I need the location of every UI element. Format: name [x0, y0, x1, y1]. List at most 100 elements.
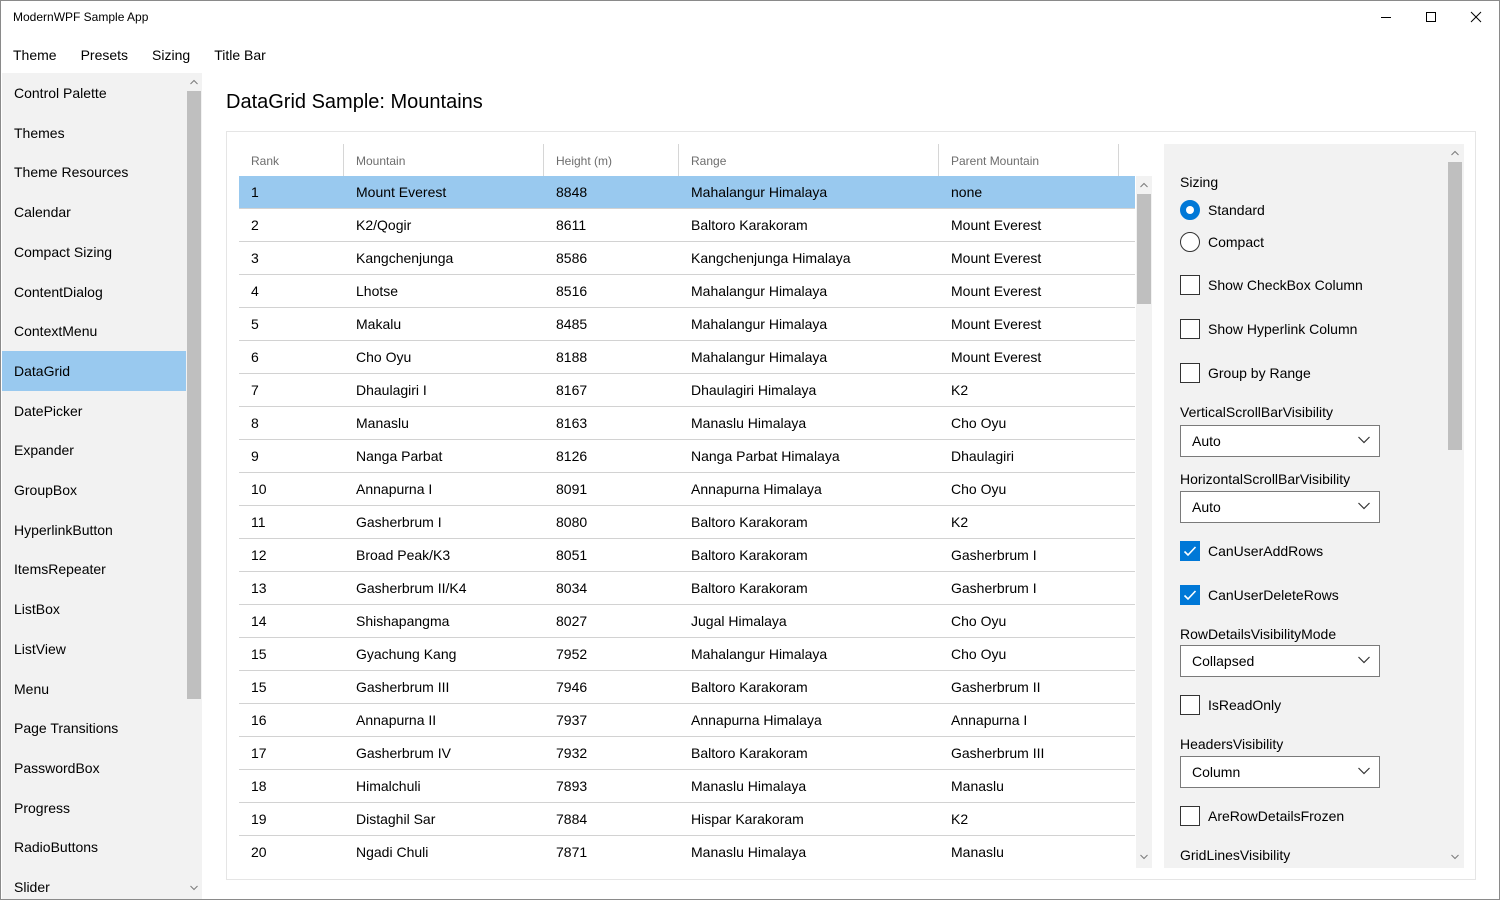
group-by-range-option[interactable]: Group by Range — [1180, 362, 1311, 384]
sidebar-item-radiobuttons[interactable]: RadioButtons — [2, 827, 186, 867]
cell-mountain[interactable]: Broad Peak/K3 — [344, 539, 543, 571]
table-row[interactable]: 7 Dhaulagiri I 8167 Dhaulagiri Himalaya K2 — [239, 374, 1135, 407]
cell-rank[interactable]: 15 — [239, 671, 343, 703]
cell-height[interactable]: 7952 — [544, 638, 678, 670]
cell-height[interactable]: 8051 — [544, 539, 678, 571]
cell-parent-mountain[interactable]: Manaslu — [939, 770, 1135, 802]
cell-rank[interactable]: 6 — [239, 341, 343, 373]
cell-parent-mountain[interactable]: Manaslu — [939, 836, 1135, 868]
cell-parent-mountain[interactable]: K2 — [939, 506, 1135, 538]
cell-range[interactable]: Baltoro Karakoram — [679, 572, 938, 604]
cell-rank[interactable]: 4 — [239, 275, 343, 307]
headers-visibility-combobox[interactable]: Column — [1180, 756, 1380, 788]
cell-height[interactable]: 8126 — [544, 440, 678, 472]
cell-parent-mountain[interactable]: Mount Everest — [939, 209, 1135, 241]
cell-mountain[interactable]: K2/Qogir — [344, 209, 543, 241]
cell-rank[interactable]: 2 — [239, 209, 343, 241]
sidebar-scroll-thumb[interactable] — [187, 91, 201, 699]
sidebar-item-contextmenu[interactable]: ContextMenu — [2, 311, 186, 351]
cell-mountain[interactable]: Dhaulagiri I — [344, 374, 543, 406]
cell-parent-mountain[interactable]: Mount Everest — [939, 275, 1135, 307]
vertical-scrollbar-combobox[interactable]: Auto — [1180, 425, 1380, 457]
cell-height[interactable]: 7871 — [544, 836, 678, 868]
grid-scroll-thumb[interactable] — [1137, 194, 1151, 304]
cell-mountain[interactable]: Gasherbrum IV — [344, 737, 543, 769]
cell-mountain[interactable]: Nanga Parbat — [344, 440, 543, 472]
cell-parent-mountain[interactable]: none — [939, 176, 1135, 208]
cell-range[interactable]: Mahalangur Himalaya — [679, 638, 938, 670]
table-row[interactable]: 4 Lhotse 8516 Mahalangur Himalaya Mount Ever… — [239, 275, 1135, 308]
cell-height[interactable]: 8091 — [544, 473, 678, 505]
cell-height[interactable]: 8027 — [544, 605, 678, 637]
cell-rank[interactable]: 17 — [239, 737, 343, 769]
cell-range[interactable]: Baltoro Karakoram — [679, 671, 938, 703]
maximize-button[interactable] — [1408, 1, 1454, 33]
minimize-button[interactable] — [1363, 1, 1409, 33]
menu-theme[interactable]: Theme — [1, 37, 69, 73]
cell-height[interactable]: 7946 — [544, 671, 678, 703]
cell-mountain[interactable]: Lhotse — [344, 275, 543, 307]
column-header-rank[interactable]: Rank — [239, 144, 343, 176]
cell-range[interactable]: Mahalangur Himalaya — [679, 341, 938, 373]
radio-compact[interactable] — [1180, 232, 1200, 252]
sidebar-item-control-palette[interactable]: Control Palette — [2, 73, 186, 113]
sidebar-item-datepicker[interactable]: DatePicker — [2, 391, 186, 431]
table-row[interactable]: 15 Gyachung Kang 7952 Mahalangur Himalaya Ch… — [239, 638, 1135, 671]
cell-range[interactable]: Mahalangur Himalaya — [679, 308, 938, 340]
cell-parent-mountain[interactable]: Mount Everest — [939, 242, 1135, 274]
cell-parent-mountain[interactable]: Cho Oyu — [939, 473, 1135, 505]
table-row[interactable]: 13 Gasherbrum II/K4 8034 Baltoro Karakoram G… — [239, 572, 1135, 605]
cell-range[interactable]: Mahalangur Himalaya — [679, 176, 938, 208]
cell-mountain[interactable]: Distaghil Sar — [344, 803, 543, 835]
cell-parent-mountain[interactable]: Annapurna I — [939, 704, 1135, 736]
sidebar-item-listview[interactable]: ListView — [2, 629, 186, 669]
sidebar-item-listbox[interactable]: ListBox — [2, 589, 186, 629]
cell-height[interactable]: 8848 — [544, 176, 678, 208]
options-scrollbar[interactable] — [1447, 144, 1463, 868]
cell-mountain[interactable]: Makalu — [344, 308, 543, 340]
cell-height[interactable]: 8163 — [544, 407, 678, 439]
cell-rank[interactable]: 1 — [239, 176, 343, 208]
sidebar-item-expander[interactable]: Expander — [2, 430, 186, 470]
cell-rank[interactable]: 5 — [239, 308, 343, 340]
table-row[interactable]: 10 Annapurna I 8091 Annapurna Himalaya Cho O… — [239, 473, 1135, 506]
cell-parent-mountain[interactable]: K2 — [939, 803, 1135, 835]
column-header-mountain[interactable]: Mountain — [344, 144, 543, 176]
cell-rank[interactable]: 10 — [239, 473, 343, 505]
sidebar-item-slider[interactable]: Slider — [2, 867, 186, 899]
cell-rank[interactable]: 20 — [239, 836, 343, 868]
cell-parent-mountain[interactable]: K2 — [939, 374, 1135, 406]
table-row[interactable]: 20 Ngadi Chuli 7871 Manaslu Himalaya Manaslu — [239, 836, 1135, 868]
show-hyperlink-column-checkbox[interactable] — [1180, 319, 1200, 339]
cell-parent-mountain[interactable]: Dhaulagiri — [939, 440, 1135, 472]
table-row[interactable]: 3 Kangchenjunga 8586 Kangchenjunga Himalaya… — [239, 242, 1135, 275]
cell-range[interactable]: Nanga Parbat Himalaya — [679, 440, 938, 472]
column-header-height[interactable]: Height (m) — [544, 144, 678, 176]
cell-height[interactable]: 8485 — [544, 308, 678, 340]
group-by-range-checkbox[interactable] — [1180, 363, 1200, 383]
table-row[interactable]: 12 Broad Peak/K3 8051 Baltoro Karakoram Gash… — [239, 539, 1135, 572]
table-row[interactable]: 8 Manaslu 8163 Manaslu Himalaya Cho Oyu — [239, 407, 1135, 440]
cell-range[interactable]: Dhaulagiri Himalaya — [679, 374, 938, 406]
can-user-add-rows-option[interactable]: CanUserAddRows — [1180, 540, 1323, 562]
cell-mountain[interactable]: Annapurna II — [344, 704, 543, 736]
table-row[interactable]: 17 Gasherbrum IV 7932 Baltoro Karakoram Gash… — [239, 737, 1135, 770]
cell-range[interactable]: Hispar Karakoram — [679, 803, 938, 835]
cell-parent-mountain[interactable]: Cho Oyu — [939, 605, 1135, 637]
cell-rank[interactable]: 9 — [239, 440, 343, 472]
cell-range[interactable]: Jugal Himalaya — [679, 605, 938, 637]
is-read-only-checkbox[interactable] — [1180, 695, 1200, 715]
sidebar-item-groupbox[interactable]: GroupBox — [2, 470, 186, 510]
can-user-delete-rows-option[interactable]: CanUserDeleteRows — [1180, 584, 1339, 606]
cell-mountain[interactable]: Gasherbrum II/K4 — [344, 572, 543, 604]
are-row-details-frozen-option[interactable]: AreRowDetailsFrozen — [1180, 805, 1344, 827]
cell-rank[interactable]: 19 — [239, 803, 343, 835]
menu-presets[interactable]: Presets — [69, 37, 140, 73]
table-row[interactable]: 1 Mount Everest 8848 Mahalangur Himalaya non… — [239, 176, 1135, 209]
cell-height[interactable]: 8167 — [544, 374, 678, 406]
cell-mountain[interactable]: Mount Everest — [344, 176, 543, 208]
cell-parent-mountain[interactable]: Cho Oyu — [939, 638, 1135, 670]
cell-range[interactable]: Annapurna Himalaya — [679, 473, 938, 505]
sidebar-item-menu[interactable]: Menu — [2, 669, 186, 709]
cell-mountain[interactable]: Himalchuli — [344, 770, 543, 802]
